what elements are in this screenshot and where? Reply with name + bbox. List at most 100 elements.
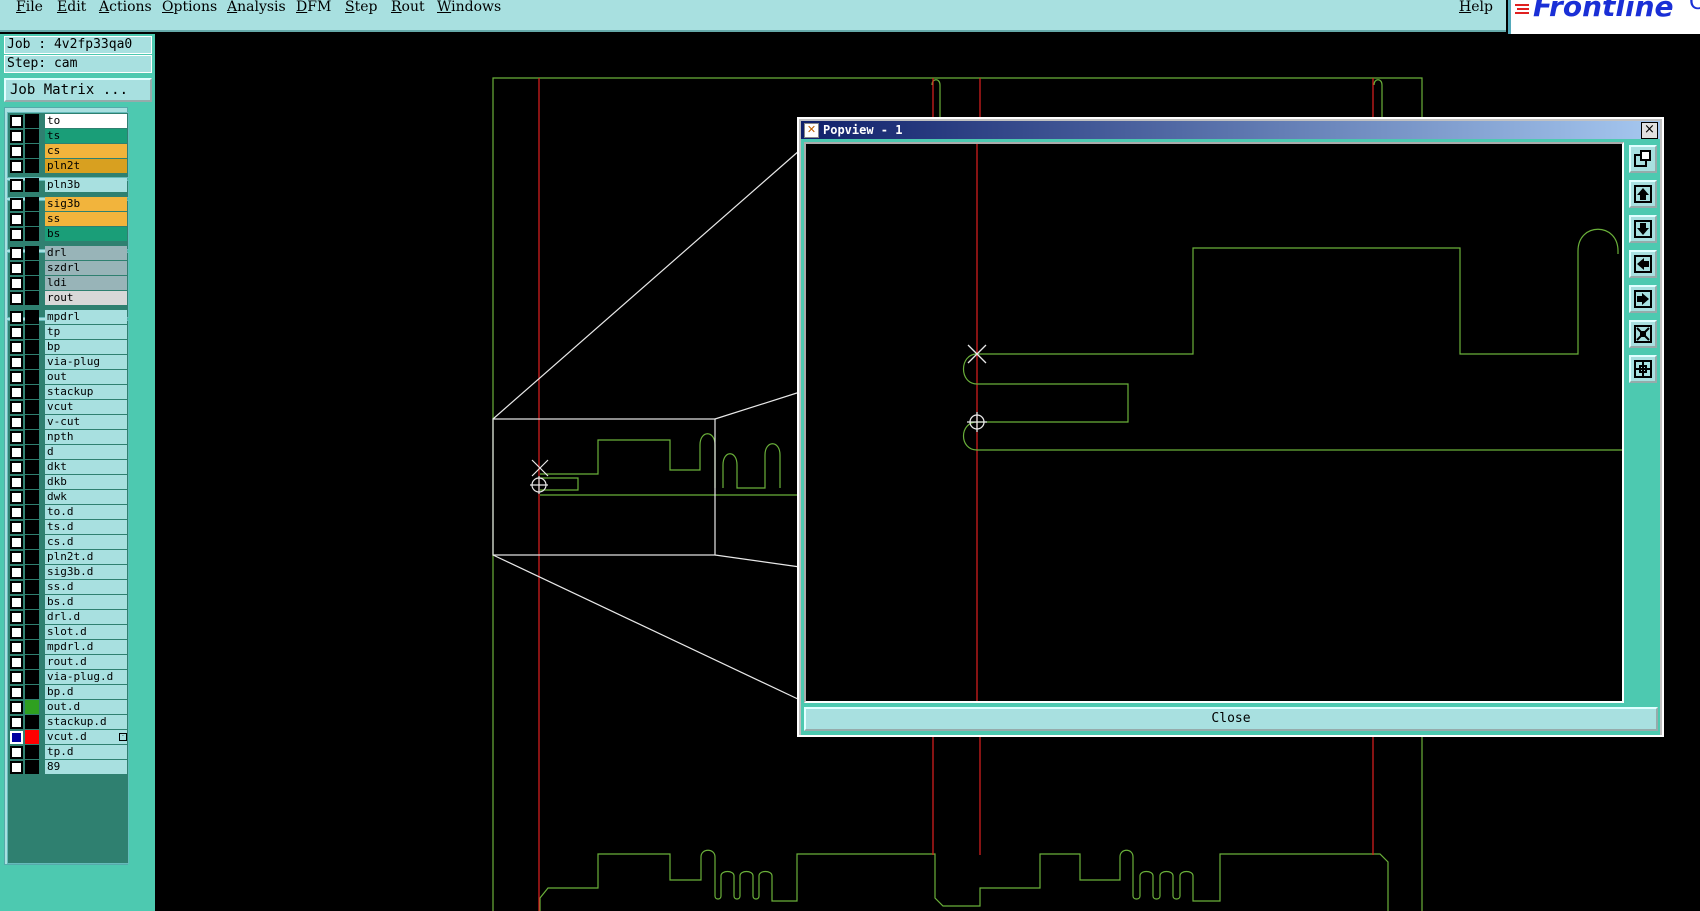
layer-name[interactable]: npth xyxy=(45,430,127,444)
layer-color-swatch[interactable] xyxy=(25,276,39,290)
layer-color-swatch[interactable] xyxy=(25,310,39,324)
layer-color-swatch[interactable] xyxy=(25,460,39,474)
layer-row[interactable]: sig3b xyxy=(7,196,127,212)
layer-name[interactable]: dkt xyxy=(45,460,127,474)
layer-row[interactable]: stackup.d xyxy=(7,714,127,730)
layer-checkbox[interactable] xyxy=(10,416,23,429)
layer-checkbox[interactable] xyxy=(10,311,23,324)
layer-row[interactable]: pln2t.d xyxy=(7,549,127,565)
layer-name[interactable]: cs.d xyxy=(45,535,127,549)
layer-name[interactable]: vcut xyxy=(45,400,127,414)
layer-color-swatch[interactable] xyxy=(25,355,39,369)
layer-color-swatch[interactable] xyxy=(25,745,39,759)
layer-name[interactable]: pln2t xyxy=(45,159,127,173)
layer-checkbox[interactable] xyxy=(10,491,23,504)
layer-name[interactable]: sig3b.d xyxy=(45,565,127,579)
layer-name[interactable]: out xyxy=(45,370,127,384)
close-icon[interactable]: × xyxy=(1641,122,1658,139)
layer-checkbox[interactable] xyxy=(10,213,23,226)
layer-checkbox[interactable] xyxy=(10,431,23,444)
layer-name[interactable]: via-plug xyxy=(45,355,127,369)
pan-right-button[interactable] xyxy=(1629,285,1657,313)
layer-row[interactable]: vcut xyxy=(7,399,127,415)
layer-checkbox[interactable] xyxy=(10,292,23,305)
layer-color-swatch[interactable] xyxy=(25,475,39,489)
layer-color-swatch[interactable] xyxy=(25,325,39,339)
layer-checkbox[interactable] xyxy=(10,611,23,624)
layer-name[interactable]: slot.d xyxy=(45,625,127,639)
layer-checkbox[interactable] xyxy=(10,130,23,143)
layer-color-swatch[interactable] xyxy=(25,261,39,275)
layer-row[interactable]: bp xyxy=(7,339,127,355)
layer-row[interactable]: sig3b.d xyxy=(7,564,127,580)
layer-checkbox[interactable] xyxy=(10,686,23,699)
layer-checkbox[interactable] xyxy=(10,160,23,173)
layer-color-swatch[interactable] xyxy=(25,415,39,429)
layer-row[interactable]: d xyxy=(7,444,127,460)
layer-row[interactable]: v-cut xyxy=(7,414,127,430)
layer-name[interactable]: 89 xyxy=(45,760,127,774)
pan-up-button[interactable] xyxy=(1629,180,1657,208)
layer-checkbox[interactable] xyxy=(10,716,23,729)
layer-color-swatch[interactable] xyxy=(25,291,39,305)
layer-row[interactable]: tp.d xyxy=(7,744,127,760)
layer-checkbox[interactable] xyxy=(10,461,23,474)
layer-checkbox[interactable] xyxy=(10,671,23,684)
menu-step[interactable]: Step xyxy=(345,0,377,14)
layer-row[interactable]: cs.d xyxy=(7,534,127,550)
layer-row[interactable]: tp xyxy=(7,324,127,340)
layer-checkbox[interactable] xyxy=(10,356,23,369)
layer-name[interactable]: d xyxy=(45,445,127,459)
layer-name[interactable]: rout xyxy=(45,291,127,305)
layer-checkbox[interactable] xyxy=(10,566,23,579)
menu-edit[interactable]: Edit xyxy=(57,0,86,14)
layer-color-swatch[interactable] xyxy=(25,535,39,549)
layer-color-swatch[interactable] xyxy=(25,580,39,594)
layer-name[interactable]: sig3b xyxy=(45,197,127,211)
layer-color-swatch[interactable] xyxy=(25,445,39,459)
layer-checkbox[interactable] xyxy=(10,401,23,414)
popview-canvas[interactable] xyxy=(804,142,1624,703)
layer-name[interactable]: dkb xyxy=(45,475,127,489)
layer-color-swatch[interactable] xyxy=(25,715,39,729)
layer-name[interactable]: vcut.d xyxy=(45,730,127,744)
layer-checkbox[interactable] xyxy=(10,326,23,339)
layer-checkbox[interactable] xyxy=(10,277,23,290)
layer-name[interactable]: pln2t.d xyxy=(45,550,127,564)
layer-checkbox[interactable] xyxy=(10,506,23,519)
layer-row[interactable]: ss.d xyxy=(7,579,127,595)
layer-name[interactable]: to xyxy=(45,114,127,128)
layer-color-swatch[interactable] xyxy=(25,505,39,519)
layer-checkbox[interactable] xyxy=(10,551,23,564)
layer-name[interactable]: drl xyxy=(45,246,127,260)
layer-name[interactable]: bs xyxy=(45,227,127,241)
layer-row[interactable]: ldi xyxy=(7,275,127,291)
layer-name[interactable]: out.d xyxy=(45,700,127,714)
layer-row[interactable]: bs.d xyxy=(7,594,127,610)
layer-name[interactable]: ss.d xyxy=(45,580,127,594)
layer-row[interactable]: pln2t xyxy=(7,158,127,174)
layer-color-swatch[interactable] xyxy=(25,685,39,699)
layer-checkbox[interactable] xyxy=(10,262,23,275)
layer-row[interactable]: bp.d xyxy=(7,684,127,700)
layer-name[interactable]: ldi xyxy=(45,276,127,290)
layer-row[interactable]: out xyxy=(7,369,127,385)
layer-row[interactable]: rout xyxy=(7,290,127,306)
layer-row[interactable]: ts.d xyxy=(7,519,127,535)
layer-checkbox[interactable] xyxy=(10,198,23,211)
layer-name[interactable]: bp xyxy=(45,340,127,354)
layer-name[interactable]: bp.d xyxy=(45,685,127,699)
layer-row[interactable]: drl.d xyxy=(7,609,127,625)
pan-left-button[interactable] xyxy=(1629,250,1657,278)
layer-checkbox[interactable] xyxy=(10,626,23,639)
layer-color-swatch[interactable] xyxy=(25,700,39,714)
layer-checkbox[interactable] xyxy=(10,341,23,354)
layer-row[interactable]: via-plug xyxy=(7,354,127,370)
layer-color-swatch[interactable] xyxy=(25,385,39,399)
layer-checkbox[interactable] xyxy=(10,386,23,399)
layer-checkbox[interactable] xyxy=(10,521,23,534)
layer-checkbox[interactable] xyxy=(10,115,23,128)
menu-dfm[interactable]: DFM xyxy=(296,0,331,14)
job-matrix-button[interactable]: Job Matrix ... xyxy=(4,78,152,102)
menu-windows[interactable]: Windows xyxy=(437,0,501,14)
